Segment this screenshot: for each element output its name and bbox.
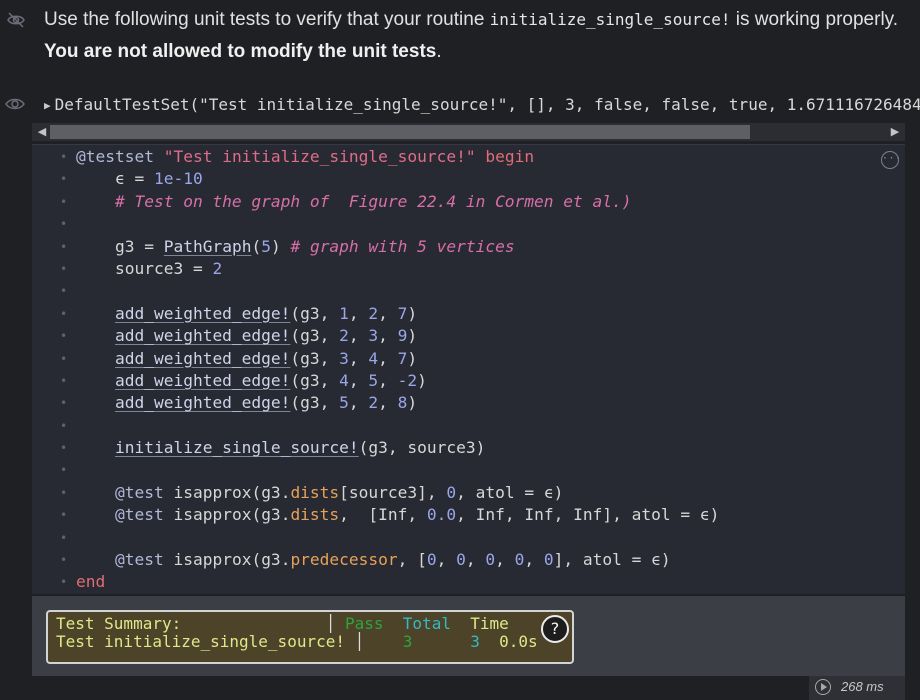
code-line: •: [60, 530, 68, 545]
summary-header: Test Summary:: [56, 614, 182, 633]
time-header: Time: [470, 614, 509, 633]
markdown-text: Use the following unit tests to verify t…: [44, 4, 904, 68]
code-line: • @test isapprox(g3.dists[source3], 0, a…: [60, 482, 564, 502]
code-line: • add_weighted_edge!(g3, 5, 2, 8): [60, 393, 418, 413]
code-line: • @test isapprox(g3.predecessor, [0, 0, …: [60, 550, 671, 570]
run-time-text: 268 ms: [841, 679, 884, 694]
total-value: 3: [470, 632, 480, 651]
cell-output[interactable]: ▶ DefaultTestSet("Test initialize_single_…: [44, 92, 920, 118]
scrollbar-thumb[interactable]: [50, 125, 750, 139]
md-inline-code: initialize_single_source!: [489, 10, 731, 29]
code-line: • add_weighted_edge!(g3, 2, 3, 9): [60, 326, 418, 346]
eye-icon[interactable]: [4, 94, 26, 114]
code-cell[interactable]: ··· • @testset "Test initialize_single_so…: [32, 144, 905, 594]
help-icon[interactable]: ?: [541, 615, 569, 643]
code-line: •: [60, 217, 68, 232]
test-name: Test initialize_single_source!: [56, 632, 345, 651]
md-text-part: is working properly.: [730, 9, 899, 30]
code-line: •: [60, 284, 68, 299]
code-line: • # Test on the graph of Figure 22.4 in …: [60, 191, 632, 211]
code-line: • initialize_single_source!(g3, source3): [60, 438, 486, 458]
md-text-part: Use the following unit tests to verify t…: [44, 9, 490, 30]
code-line: • end: [60, 572, 106, 592]
md-bold-warning: You are not allowed to modify the unit t…: [44, 41, 437, 62]
code-line: • ϵ = 1e-10: [60, 169, 203, 189]
code-line: • add_weighted_edge!(g3, 3, 4, 7): [60, 348, 418, 368]
pass-value: 3: [402, 632, 413, 651]
md-text-part: .: [436, 41, 442, 62]
run-time-badge[interactable]: 268 ms: [809, 676, 905, 700]
time-value: 0.0s: [499, 632, 538, 651]
code-line: • @test isapprox(g3.dists, [Inf, 0.0, In…: [60, 505, 720, 525]
output-text: DefaultTestSet("Test initialize_single_s…: [54, 95, 920, 114]
code-line: •: [60, 463, 68, 478]
pass-header: Pass: [345, 614, 384, 633]
code-line: • @testset "Test initialize_single_source…: [60, 147, 535, 166]
scroll-right-icon[interactable]: ▶: [887, 123, 903, 141]
play-icon[interactable]: [815, 679, 831, 695]
scroll-left-icon[interactable]: ◀: [34, 123, 50, 141]
code-line: • source3 = 2: [60, 258, 223, 278]
markdown-cell[interactable]: Use the following unit tests to verify t…: [0, 0, 920, 80]
total-header: Total: [402, 614, 451, 633]
code-line: •: [60, 418, 68, 433]
test-summary-box: Test Summary: │ Pass Total Time Test ini…: [46, 610, 574, 664]
code-line: • g3 = PathGraph(5) # graph with 5 verti…: [60, 236, 515, 256]
test-output-area: Test Summary: │ Pass Total Time Test ini…: [32, 596, 905, 676]
code-line: • add_weighted_edge!(g3, 4, 5, -2): [60, 370, 427, 390]
expand-triangle-icon[interactable]: ▶: [44, 93, 51, 118]
horizontal-scrollbar[interactable]: ◀ ▶: [32, 123, 905, 141]
code-line: • add_weighted_edge!(g3, 1, 2, 7): [60, 303, 418, 323]
hidden-eye-icon[interactable]: [6, 10, 26, 30]
code-editor[interactable]: • @testset "Test initialize_single_source…: [32, 145, 905, 594]
